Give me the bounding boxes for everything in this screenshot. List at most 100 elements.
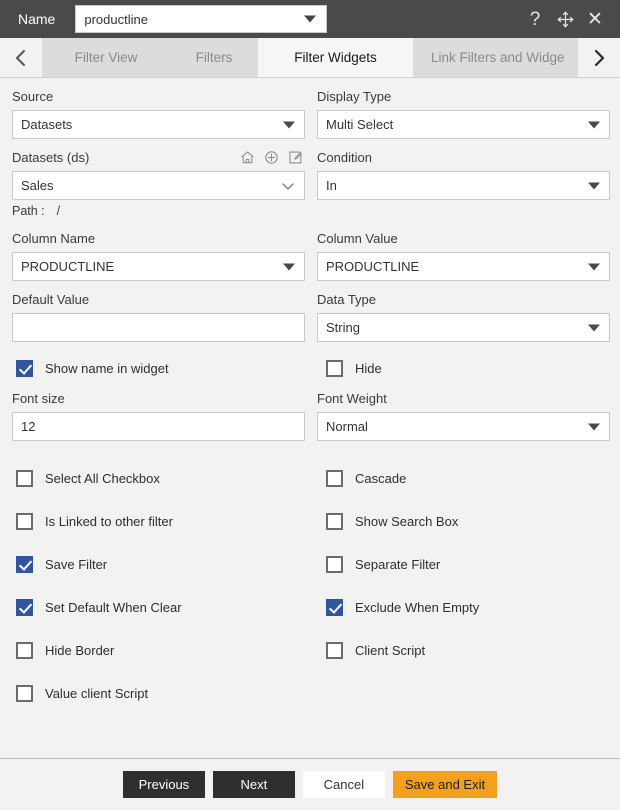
chevron-down-icon[interactable] [588, 121, 600, 128]
checkbox-client-script[interactable]: Client Script [326, 637, 425, 665]
checkbox-box[interactable] [16, 359, 33, 377]
tab-link-filters-and-widgets[interactable]: Link Filters and Widge [413, 38, 578, 77]
checkbox-box[interactable] [16, 470, 33, 487]
checkbox-box[interactable] [16, 556, 33, 573]
data-type-select[interactable]: String [317, 313, 610, 342]
checkbox-label: Set Default When Clear [45, 600, 182, 615]
field-default-value: Default Value [12, 291, 305, 342]
checkbox-label: Value client Script [45, 686, 149, 701]
close-icon[interactable]: ✕ [586, 10, 604, 29]
checkbox-exclude-when-empty[interactable]: Exclude When Empty [326, 594, 479, 622]
checkbox-box[interactable] [326, 556, 343, 573]
form-col-left: Default Value [12, 291, 305, 352]
tab-filter-widgets[interactable]: Filter Widgets [258, 38, 413, 77]
font-size-input[interactable]: 12 [12, 412, 305, 441]
condition-select[interactable]: In [317, 171, 610, 200]
options-row: Save Filter Separate Filter [16, 543, 608, 586]
path-label: Path : [12, 204, 45, 218]
condition-label: Condition [317, 150, 372, 165]
toggle-col-right: Hide [321, 354, 620, 382]
checkbox-box[interactable] [326, 513, 343, 530]
datasets-select[interactable]: Sales [12, 171, 305, 200]
checkbox-box[interactable] [326, 359, 343, 377]
tab-scroll-left-button[interactable] [0, 38, 42, 77]
checkbox-separate-filter[interactable]: Separate Filter [326, 551, 440, 579]
checkbox-box[interactable] [16, 642, 33, 659]
checkbox-box[interactable] [16, 685, 33, 702]
field-font-weight: Font Weight Normal [317, 390, 610, 441]
tab-label: Link Filters and Widge [431, 50, 565, 65]
save-and-exit-button[interactable]: Save and Exit [392, 771, 498, 798]
checkbox-label: Hide Border [45, 643, 115, 658]
options-col-right: Cascade [321, 465, 620, 493]
checkbox-cascade[interactable]: Cascade [326, 465, 406, 493]
options-col-left: Is Linked to other filter [16, 508, 321, 536]
checkbox-save-filter[interactable]: Save Filter [16, 551, 107, 579]
chevron-down-icon[interactable] [283, 121, 295, 128]
checkbox-box[interactable] [16, 599, 33, 616]
column-value-select[interactable]: PRODUCTLINE [317, 252, 610, 281]
font-size-label: Font size [12, 391, 65, 406]
help-icon[interactable]: ? [526, 10, 544, 29]
title-bar: Name productline ? ✕ [0, 0, 620, 38]
field-condition: Condition In [317, 149, 610, 200]
edit-pencil-icon[interactable] [288, 150, 303, 165]
next-button[interactable]: Next [212, 771, 295, 798]
options-col-right: Exclude When Empty [321, 594, 620, 622]
checkbox-label: Separate Filter [355, 557, 441, 572]
chevron-down-icon[interactable] [588, 263, 600, 270]
chevron-down-icon[interactable] [588, 423, 600, 430]
options-checkbox-grid: Select All Checkbox Cascade Is Linked to… [12, 451, 608, 715]
form-row-source: Source Datasets Display Type Multi Selec… [12, 88, 610, 149]
display-type-value: Multi Select [326, 117, 394, 132]
display-type-select[interactable]: Multi Select [317, 110, 610, 139]
chevron-down-icon[interactable] [588, 182, 600, 189]
checkbox-hide[interactable]: Hide [326, 354, 382, 382]
checkbox-select-all-checkbox[interactable]: Select All Checkbox [16, 465, 160, 493]
name-input[interactable]: productline [75, 5, 328, 33]
options-col-right: Separate Filter [321, 551, 620, 579]
cancel-button[interactable]: Cancel [302, 771, 385, 798]
checkbox-value-client-script[interactable]: Value client Script [16, 680, 148, 708]
tab-filter-view[interactable]: Filter View [42, 38, 170, 77]
checkbox-is-linked-to-other-filter[interactable]: Is Linked to other filter [16, 508, 173, 536]
checkbox-set-default-when-clear[interactable]: Set Default When Clear [16, 594, 182, 622]
chevron-down-icon[interactable] [283, 263, 295, 270]
tab-label: Filter Widgets [294, 50, 377, 65]
checkbox-hide-border[interactable]: Hide Border [16, 637, 114, 665]
datasets-icon-group [240, 150, 305, 165]
checkbox-box[interactable] [326, 642, 343, 659]
chevron-down-icon[interactable] [280, 180, 296, 192]
data-type-label: Data Type [317, 292, 377, 307]
previous-button[interactable]: Previous [122, 771, 205, 798]
form-col-right: Condition In [317, 149, 610, 230]
column-name-select[interactable]: PRODUCTLINE [12, 252, 305, 281]
tab-filters[interactable]: Filters [170, 38, 258, 77]
move-arrows-icon[interactable] [556, 10, 574, 28]
checkbox-label: Save Filter [45, 557, 108, 572]
form-col-left: Datasets (ds) Sales Path: / [12, 149, 305, 230]
source-select[interactable]: Datasets [12, 110, 305, 139]
form-col-left: Column Name PRODUCTLINE [12, 230, 305, 291]
checkbox-show-search-box[interactable]: Show Search Box [326, 508, 458, 536]
toggle-col-left: Show name in widget [16, 354, 321, 382]
column-name-label: Column Name [12, 231, 96, 246]
filter-widget-form: Source Datasets Display Type Multi Selec… [0, 78, 620, 715]
chevron-down-icon[interactable] [304, 15, 317, 23]
checkbox-box[interactable] [326, 599, 343, 616]
checkbox-show-name-in-widget[interactable]: Show name in widget [16, 354, 169, 382]
form-row-datasets: Datasets (ds) Sales Path: / Condition I… [12, 149, 610, 230]
options-col-right: Client Script [321, 637, 620, 665]
titlebar-icon-group: ? ✕ [526, 10, 610, 29]
tab-scroll-right-button[interactable] [578, 38, 620, 77]
font-weight-select[interactable]: Normal [317, 412, 610, 441]
checkbox-box[interactable] [16, 513, 33, 530]
data-type-value: String [326, 320, 360, 335]
options-col-left: Value client Script [16, 680, 321, 708]
chevron-down-icon[interactable] [588, 324, 600, 331]
font-size-value: 12 [21, 419, 36, 434]
checkbox-box[interactable] [326, 470, 343, 487]
plus-circle-icon[interactable] [264, 150, 279, 165]
default-value-input[interactable] [12, 313, 305, 342]
home-icon[interactable] [240, 150, 255, 165]
